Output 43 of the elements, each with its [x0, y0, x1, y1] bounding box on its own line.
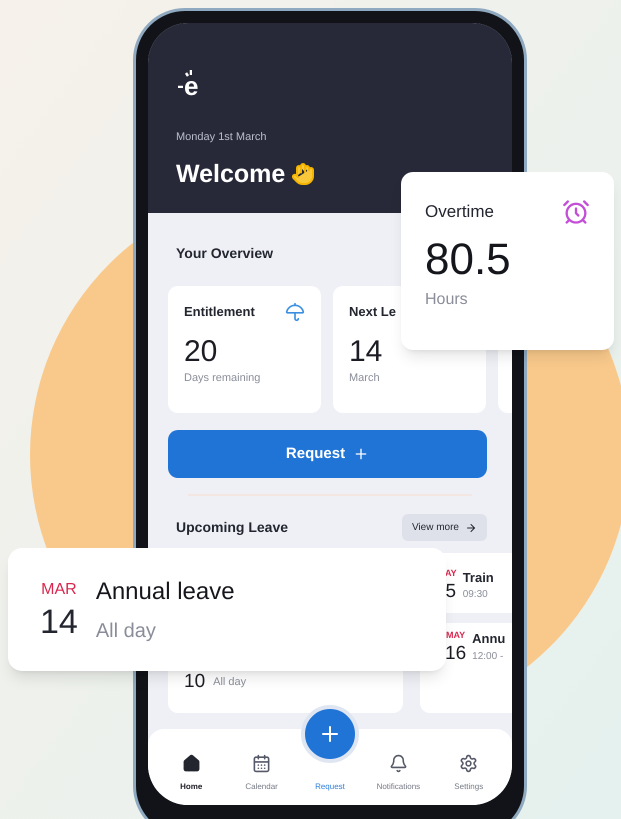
calendar-icon: [252, 754, 272, 773]
leave-title: Train: [462, 568, 494, 587]
leave-day: 5: [446, 580, 456, 603]
card-caption: March: [349, 370, 381, 386]
home-icon: [182, 754, 201, 773]
leave-month: MAY: [446, 629, 466, 642]
nav-tab[interactable]: Notifications: [366, 754, 430, 793]
card-value: 14: [349, 334, 384, 370]
nav-tab[interactable]: Home: [159, 754, 224, 793]
card-caption: Days remaining: [184, 371, 262, 386]
leave-day: 10: [184, 668, 206, 696]
view-more-button[interactable]: View more: [402, 514, 487, 541]
umbrella-icon: [285, 302, 305, 322]
leave-time: All day: [96, 618, 157, 644]
settings-icon: [459, 754, 478, 773]
nav-tab[interactable]: Calendar: [230, 754, 294, 793]
overtime-unit: Hours: [425, 290, 469, 310]
waving-hand-icon: [291, 162, 316, 186]
leave-time: 12:00 -: [472, 650, 504, 664]
leave-title: Annu: [472, 630, 506, 648]
arrow-right-icon: [465, 522, 477, 534]
overtime-title: Overtime: [425, 201, 494, 224]
welcome-heading: Welcome: [176, 158, 286, 190]
nav-label[interactable]: Request: [315, 781, 345, 793]
leave-time: 09:30: [462, 588, 489, 602]
card-value: 20: [184, 334, 218, 370]
overtime-value: 80.5: [425, 234, 512, 286]
logo-letter: e: [184, 75, 198, 97]
leave-month: MAR: [41, 580, 77, 600]
card-title: Next Le: [349, 303, 396, 321]
date-text: Monday 1st March: [176, 130, 268, 145]
leave-day: 16: [445, 642, 466, 664]
nav-tab[interactable]: Settings: [436, 754, 501, 793]
leave-title: Annual leave: [96, 576, 235, 606]
request-button[interactable]: Request: [168, 430, 487, 478]
card-title: Entitlement: [184, 303, 255, 322]
section-title: Your Overview: [176, 244, 274, 263]
leave-month: AY: [445, 567, 457, 580]
alarm-clock-icon: [562, 198, 590, 226]
leave-time: All day: [213, 674, 246, 690]
section-title: Upcoming Leave: [176, 518, 288, 537]
leave-day: 14: [40, 602, 78, 642]
bell-icon: [388, 754, 408, 773]
